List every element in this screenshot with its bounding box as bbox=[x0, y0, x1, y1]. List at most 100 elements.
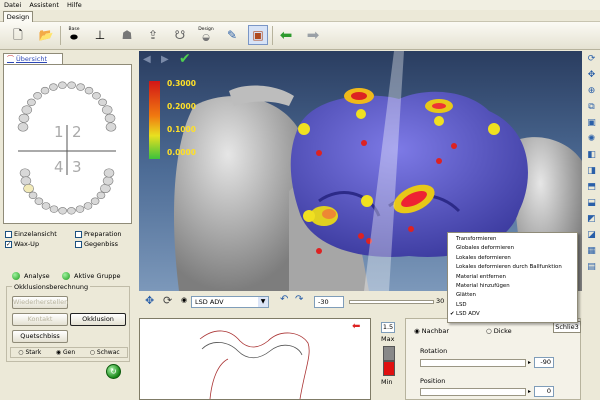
contact-point[interactable] bbox=[488, 123, 500, 135]
quetschbiss-button[interactable]: Quetschbiss bbox=[12, 330, 68, 343]
tooth-icon[interactable] bbox=[40, 86, 50, 95]
context-menu-item[interactable]: Lokales deformieren durch Ballfunktion bbox=[448, 263, 577, 272]
radio-dicke[interactable]: ○ Dicke bbox=[486, 327, 512, 335]
forward-button[interactable]: ➡ bbox=[303, 25, 323, 45]
zoom-window-icon[interactable]: ⧉ bbox=[586, 101, 598, 113]
tooth-icon[interactable] bbox=[21, 105, 33, 115]
model-button[interactable]: ☗ bbox=[117, 25, 137, 45]
base-button[interactable]: Base ⬬ bbox=[64, 25, 84, 45]
tooth-icon[interactable] bbox=[17, 122, 29, 132]
upload-button[interactable]: ⇪ bbox=[143, 25, 163, 45]
tooth-icon[interactable] bbox=[102, 176, 114, 186]
tab-design[interactable]: Design bbox=[3, 11, 33, 22]
paint-button[interactable]: ✎ bbox=[222, 25, 242, 45]
tooth-icon[interactable] bbox=[58, 81, 67, 89]
fit-view-icon[interactable]: ▣ bbox=[586, 117, 598, 129]
confirm-check-icon[interactable]: ✔ bbox=[179, 51, 191, 67]
rotation-value[interactable]: -90 bbox=[534, 357, 554, 368]
tooth-icon[interactable] bbox=[96, 191, 106, 200]
profile-arrow-icon[interactable]: ⬅ bbox=[352, 321, 360, 332]
tooth-icon[interactable] bbox=[34, 197, 44, 205]
tooth-icon[interactable] bbox=[58, 207, 67, 215]
offset-slider[interactable] bbox=[349, 300, 434, 304]
tooth-icon[interactable] bbox=[33, 92, 42, 100]
tooth-icon[interactable] bbox=[84, 86, 94, 95]
move-icon[interactable]: ✥ bbox=[145, 294, 154, 307]
contact-point[interactable] bbox=[361, 140, 367, 146]
open-button[interactable]: 📂 bbox=[36, 25, 56, 45]
contact-point[interactable] bbox=[434, 116, 444, 126]
context-menu-item[interactable]: LSD bbox=[448, 301, 577, 310]
tooth-icon[interactable] bbox=[100, 183, 111, 194]
view-prev-icon[interactable]: ◀ bbox=[143, 54, 155, 66]
tooth-icon[interactable] bbox=[98, 98, 107, 107]
contact-point[interactable] bbox=[361, 195, 373, 207]
checkbox-wax-up[interactable]: ✓ Wax-Up bbox=[5, 240, 39, 248]
contact-point[interactable] bbox=[408, 226, 414, 232]
redo-icon[interactable]: ↷ bbox=[295, 294, 303, 305]
tooth-icon[interactable] bbox=[83, 202, 93, 210]
intensity-value[interactable]: 1.5 bbox=[381, 322, 395, 333]
tooth-icon[interactable] bbox=[20, 176, 32, 186]
light-icon[interactable]: ✺ bbox=[586, 133, 598, 145]
tool-select[interactable]: LSD ADV ▼ bbox=[191, 296, 269, 308]
view-next-icon[interactable]: ▶ bbox=[161, 54, 173, 66]
pan-icon[interactable]: ✥ bbox=[586, 69, 598, 81]
axis-button[interactable]: ⊥ bbox=[90, 25, 110, 45]
position-slider[interactable] bbox=[420, 388, 526, 396]
tooth-icon[interactable] bbox=[92, 92, 101, 100]
tooth-icon[interactable] bbox=[67, 207, 76, 215]
contact-point[interactable] bbox=[356, 109, 366, 119]
tooth-icon[interactable] bbox=[101, 105, 113, 115]
context-menu-item[interactable]: Material entfernen bbox=[448, 273, 577, 282]
contact-point[interactable] bbox=[316, 150, 322, 156]
checkbox-preparation[interactable]: Preparation bbox=[75, 230, 122, 238]
position-step-icon[interactable]: ▸ bbox=[528, 388, 531, 395]
radio-gen[interactable]: ◉ Gen bbox=[56, 349, 75, 356]
cube-top-icon[interactable]: ⬒ bbox=[586, 181, 598, 193]
tooth-icon[interactable] bbox=[18, 113, 30, 123]
wiederherstellen-button[interactable]: Wiederherstellen bbox=[12, 296, 68, 309]
tooth-icon[interactable] bbox=[23, 183, 34, 194]
export-button[interactable]: ▣ bbox=[248, 25, 268, 45]
context-menu-item[interactable]: Lokales deformieren bbox=[448, 254, 577, 263]
rotate-icon[interactable]: ⟳ bbox=[586, 53, 598, 65]
checkbox-gegenbiss[interactable]: Gegenbiss bbox=[75, 240, 118, 248]
menu-assistent[interactable]: Assistent bbox=[25, 1, 63, 9]
new-button[interactable]: 🗋 bbox=[8, 25, 28, 45]
checkbox-einzelansicht[interactable]: Einzelansicht bbox=[5, 230, 57, 238]
rotation-step-icon[interactable]: ▸ bbox=[528, 359, 531, 366]
rotate-tool-icon[interactable]: ⟳ bbox=[163, 294, 172, 307]
tooth-icon[interactable] bbox=[67, 81, 76, 89]
context-menu-item[interactable]: ✔ LSD ADV bbox=[448, 310, 577, 319]
position-value[interactable]: 0 bbox=[534, 386, 554, 397]
tooth-icon[interactable] bbox=[75, 205, 85, 213]
undo-icon[interactable]: ↶ bbox=[280, 294, 288, 305]
context-menu-item[interactable]: Glätten bbox=[448, 291, 577, 300]
contact-point[interactable] bbox=[298, 123, 310, 135]
menu-datei[interactable]: Datei bbox=[0, 1, 25, 9]
tooth-icon[interactable] bbox=[49, 205, 59, 213]
contact-point[interactable] bbox=[451, 143, 457, 149]
radio-schwac[interactable]: ○ Schwac bbox=[90, 349, 120, 356]
context-menu-item[interactable]: Material hinzufügen bbox=[448, 282, 577, 291]
tool-radio[interactable]: ◉ bbox=[181, 296, 187, 304]
rotation-slider[interactable] bbox=[420, 359, 526, 367]
tab-overview[interactable]: ⌒ Übersicht bbox=[3, 53, 63, 64]
back-button[interactable]: ⬅ bbox=[276, 25, 296, 45]
grid-icon[interactable]: ▦ bbox=[586, 245, 598, 257]
cross-section-view[interactable]: ⬅ bbox=[139, 318, 371, 400]
tooth-icon[interactable] bbox=[49, 83, 58, 91]
tooth-chart[interactable]: 1 2 4 3 bbox=[4, 65, 131, 223]
tooth-icon[interactable] bbox=[28, 191, 38, 200]
layers-icon[interactable]: ▤ bbox=[586, 261, 598, 273]
tooth-icon[interactable] bbox=[104, 113, 116, 123]
tooth-icon[interactable] bbox=[90, 197, 100, 205]
design-button[interactable]: Design ◒ bbox=[196, 25, 216, 45]
radio-nachbar[interactable]: ◉ Nachbar bbox=[414, 327, 449, 335]
contact-point[interactable] bbox=[358, 233, 364, 239]
tooth-icon[interactable] bbox=[105, 122, 117, 132]
zoom-in-icon[interactable]: ⊕ bbox=[586, 85, 598, 97]
tooth-icon[interactable] bbox=[27, 98, 36, 107]
cube-bottom-icon[interactable]: ⬓ bbox=[586, 197, 598, 209]
